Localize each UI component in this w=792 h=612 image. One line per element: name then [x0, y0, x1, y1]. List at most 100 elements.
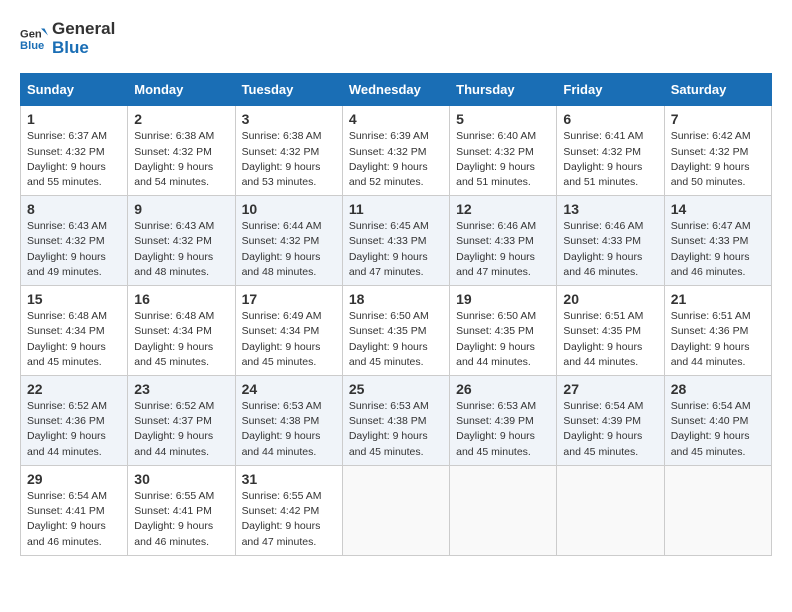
- calendar-cell: 17 Sunrise: 6:49 AM Sunset: 4:34 PM Dayl…: [235, 286, 342, 376]
- weekday-header-tuesday: Tuesday: [235, 74, 342, 106]
- calendar-cell: 3 Sunrise: 6:38 AM Sunset: 4:32 PM Dayli…: [235, 106, 342, 196]
- logo-text-line2: Blue: [52, 39, 115, 58]
- day-number: 12: [456, 201, 550, 217]
- calendar-cell: 8 Sunrise: 6:43 AM Sunset: 4:32 PM Dayli…: [21, 196, 128, 286]
- day-info: Sunrise: 6:53 AM Sunset: 4:38 PM Dayligh…: [242, 399, 336, 460]
- day-info: Sunrise: 6:50 AM Sunset: 4:35 PM Dayligh…: [349, 309, 443, 370]
- day-info: Sunrise: 6:54 AM Sunset: 4:39 PM Dayligh…: [563, 399, 657, 460]
- weekday-header-friday: Friday: [557, 74, 664, 106]
- calendar-cell: 9 Sunrise: 6:43 AM Sunset: 4:32 PM Dayli…: [128, 196, 235, 286]
- day-number: 27: [563, 381, 657, 397]
- calendar-cell: 6 Sunrise: 6:41 AM Sunset: 4:32 PM Dayli…: [557, 106, 664, 196]
- calendar-cell: 13 Sunrise: 6:46 AM Sunset: 4:33 PM Dayl…: [557, 196, 664, 286]
- svg-text:Gen: Gen: [20, 28, 42, 40]
- day-info: Sunrise: 6:40 AM Sunset: 4:32 PM Dayligh…: [456, 129, 550, 190]
- calendar-cell: 30 Sunrise: 6:55 AM Sunset: 4:41 PM Dayl…: [128, 465, 235, 555]
- calendar-cell: 27 Sunrise: 6:54 AM Sunset: 4:39 PM Dayl…: [557, 376, 664, 466]
- calendar-cell: 5 Sunrise: 6:40 AM Sunset: 4:32 PM Dayli…: [450, 106, 557, 196]
- day-number: 19: [456, 291, 550, 307]
- day-number: 9: [134, 201, 228, 217]
- weekday-header-wednesday: Wednesday: [342, 74, 449, 106]
- calendar-cell: 18 Sunrise: 6:50 AM Sunset: 4:35 PM Dayl…: [342, 286, 449, 376]
- day-number: 1: [27, 111, 121, 127]
- weekday-header-monday: Monday: [128, 74, 235, 106]
- day-info: Sunrise: 6:55 AM Sunset: 4:41 PM Dayligh…: [134, 489, 228, 550]
- calendar-cell: 4 Sunrise: 6:39 AM Sunset: 4:32 PM Dayli…: [342, 106, 449, 196]
- day-number: 7: [671, 111, 765, 127]
- day-info: Sunrise: 6:51 AM Sunset: 4:35 PM Dayligh…: [563, 309, 657, 370]
- day-number: 14: [671, 201, 765, 217]
- day-number: 15: [27, 291, 121, 307]
- day-info: Sunrise: 6:48 AM Sunset: 4:34 PM Dayligh…: [27, 309, 121, 370]
- weekday-header-saturday: Saturday: [664, 74, 771, 106]
- calendar-cell: [450, 465, 557, 555]
- day-info: Sunrise: 6:55 AM Sunset: 4:42 PM Dayligh…: [242, 489, 336, 550]
- calendar-cell: 31 Sunrise: 6:55 AM Sunset: 4:42 PM Dayl…: [235, 465, 342, 555]
- page-header: Gen Blue General Blue: [20, 20, 772, 57]
- day-number: 2: [134, 111, 228, 127]
- day-info: Sunrise: 6:51 AM Sunset: 4:36 PM Dayligh…: [671, 309, 765, 370]
- calendar-cell: 29 Sunrise: 6:54 AM Sunset: 4:41 PM Dayl…: [21, 465, 128, 555]
- calendar-cell: 1 Sunrise: 6:37 AM Sunset: 4:32 PM Dayli…: [21, 106, 128, 196]
- calendar-cell: 10 Sunrise: 6:44 AM Sunset: 4:32 PM Dayl…: [235, 196, 342, 286]
- day-number: 26: [456, 381, 550, 397]
- calendar-cell: [664, 465, 771, 555]
- weekday-header-thursday: Thursday: [450, 74, 557, 106]
- calendar-cell: [342, 465, 449, 555]
- calendar-cell: 14 Sunrise: 6:47 AM Sunset: 4:33 PM Dayl…: [664, 196, 771, 286]
- day-number: 20: [563, 291, 657, 307]
- day-info: Sunrise: 6:48 AM Sunset: 4:34 PM Dayligh…: [134, 309, 228, 370]
- weekday-header-row: SundayMondayTuesdayWednesdayThursdayFrid…: [21, 74, 772, 106]
- calendar-cell: 11 Sunrise: 6:45 AM Sunset: 4:33 PM Dayl…: [342, 196, 449, 286]
- logo: Gen Blue General Blue: [20, 20, 115, 57]
- day-number: 16: [134, 291, 228, 307]
- day-number: 23: [134, 381, 228, 397]
- day-info: Sunrise: 6:54 AM Sunset: 4:40 PM Dayligh…: [671, 399, 765, 460]
- day-number: 4: [349, 111, 443, 127]
- calendar-week-row: 15 Sunrise: 6:48 AM Sunset: 4:34 PM Dayl…: [21, 286, 772, 376]
- calendar-cell: 28 Sunrise: 6:54 AM Sunset: 4:40 PM Dayl…: [664, 376, 771, 466]
- calendar-cell: 16 Sunrise: 6:48 AM Sunset: 4:34 PM Dayl…: [128, 286, 235, 376]
- logo-icon: Gen Blue: [20, 25, 48, 53]
- calendar-cell: 22 Sunrise: 6:52 AM Sunset: 4:36 PM Dayl…: [21, 376, 128, 466]
- calendar-cell: 12 Sunrise: 6:46 AM Sunset: 4:33 PM Dayl…: [450, 196, 557, 286]
- day-info: Sunrise: 6:38 AM Sunset: 4:32 PM Dayligh…: [242, 129, 336, 190]
- calendar-cell: 19 Sunrise: 6:50 AM Sunset: 4:35 PM Dayl…: [450, 286, 557, 376]
- calendar-cell: 20 Sunrise: 6:51 AM Sunset: 4:35 PM Dayl…: [557, 286, 664, 376]
- day-info: Sunrise: 6:37 AM Sunset: 4:32 PM Dayligh…: [27, 129, 121, 190]
- calendar-cell: 26 Sunrise: 6:53 AM Sunset: 4:39 PM Dayl…: [450, 376, 557, 466]
- day-info: Sunrise: 6:52 AM Sunset: 4:37 PM Dayligh…: [134, 399, 228, 460]
- weekday-header-sunday: Sunday: [21, 74, 128, 106]
- calendar-cell: 24 Sunrise: 6:53 AM Sunset: 4:38 PM Dayl…: [235, 376, 342, 466]
- day-number: 6: [563, 111, 657, 127]
- day-number: 31: [242, 471, 336, 487]
- day-info: Sunrise: 6:45 AM Sunset: 4:33 PM Dayligh…: [349, 219, 443, 280]
- day-info: Sunrise: 6:52 AM Sunset: 4:36 PM Dayligh…: [27, 399, 121, 460]
- day-number: 29: [27, 471, 121, 487]
- day-number: 25: [349, 381, 443, 397]
- day-info: Sunrise: 6:44 AM Sunset: 4:32 PM Dayligh…: [242, 219, 336, 280]
- day-number: 8: [27, 201, 121, 217]
- calendar-table: SundayMondayTuesdayWednesdayThursdayFrid…: [20, 73, 772, 555]
- day-number: 5: [456, 111, 550, 127]
- logo-text-line1: General: [52, 20, 115, 39]
- day-number: 22: [27, 381, 121, 397]
- calendar-cell: 15 Sunrise: 6:48 AM Sunset: 4:34 PM Dayl…: [21, 286, 128, 376]
- calendar-cell: 21 Sunrise: 6:51 AM Sunset: 4:36 PM Dayl…: [664, 286, 771, 376]
- day-number: 18: [349, 291, 443, 307]
- calendar-cell: 23 Sunrise: 6:52 AM Sunset: 4:37 PM Dayl…: [128, 376, 235, 466]
- day-info: Sunrise: 6:47 AM Sunset: 4:33 PM Dayligh…: [671, 219, 765, 280]
- calendar-cell: 7 Sunrise: 6:42 AM Sunset: 4:32 PM Dayli…: [664, 106, 771, 196]
- calendar-cell: [557, 465, 664, 555]
- day-info: Sunrise: 6:53 AM Sunset: 4:38 PM Dayligh…: [349, 399, 443, 460]
- day-info: Sunrise: 6:46 AM Sunset: 4:33 PM Dayligh…: [563, 219, 657, 280]
- day-info: Sunrise: 6:50 AM Sunset: 4:35 PM Dayligh…: [456, 309, 550, 370]
- day-number: 17: [242, 291, 336, 307]
- calendar-week-row: 1 Sunrise: 6:37 AM Sunset: 4:32 PM Dayli…: [21, 106, 772, 196]
- calendar-cell: 25 Sunrise: 6:53 AM Sunset: 4:38 PM Dayl…: [342, 376, 449, 466]
- calendar-cell: 2 Sunrise: 6:38 AM Sunset: 4:32 PM Dayli…: [128, 106, 235, 196]
- day-info: Sunrise: 6:43 AM Sunset: 4:32 PM Dayligh…: [134, 219, 228, 280]
- day-info: Sunrise: 6:38 AM Sunset: 4:32 PM Dayligh…: [134, 129, 228, 190]
- day-number: 13: [563, 201, 657, 217]
- day-info: Sunrise: 6:54 AM Sunset: 4:41 PM Dayligh…: [27, 489, 121, 550]
